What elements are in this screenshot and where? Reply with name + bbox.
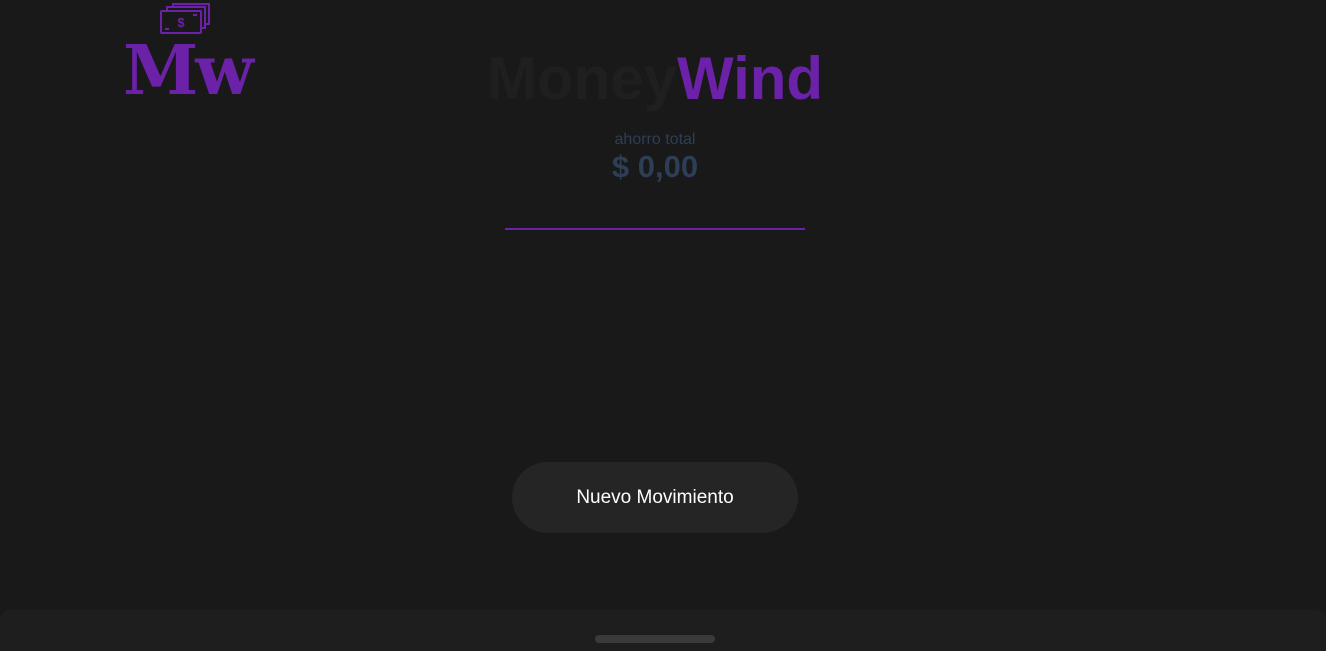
app-screen: $ Mw MoneyWind ahorro total $ 0,00 Nuevo… [0, 0, 1326, 651]
bottom-sheet-bar[interactable] [0, 610, 1326, 651]
drag-handle[interactable] [595, 635, 715, 643]
brand-title: MoneyWind [0, 46, 1310, 112]
brand-title-money: Money [486, 45, 677, 112]
savings-amount: $ 0,00 [611, 149, 699, 184]
savings-label: ahorro total [614, 131, 696, 148]
new-movement-button[interactable]: Nuevo Movimiento [512, 462, 798, 533]
divider [505, 228, 805, 230]
svg-text:$: $ [177, 15, 185, 30]
brand-title-wind: Wind [676, 45, 824, 112]
